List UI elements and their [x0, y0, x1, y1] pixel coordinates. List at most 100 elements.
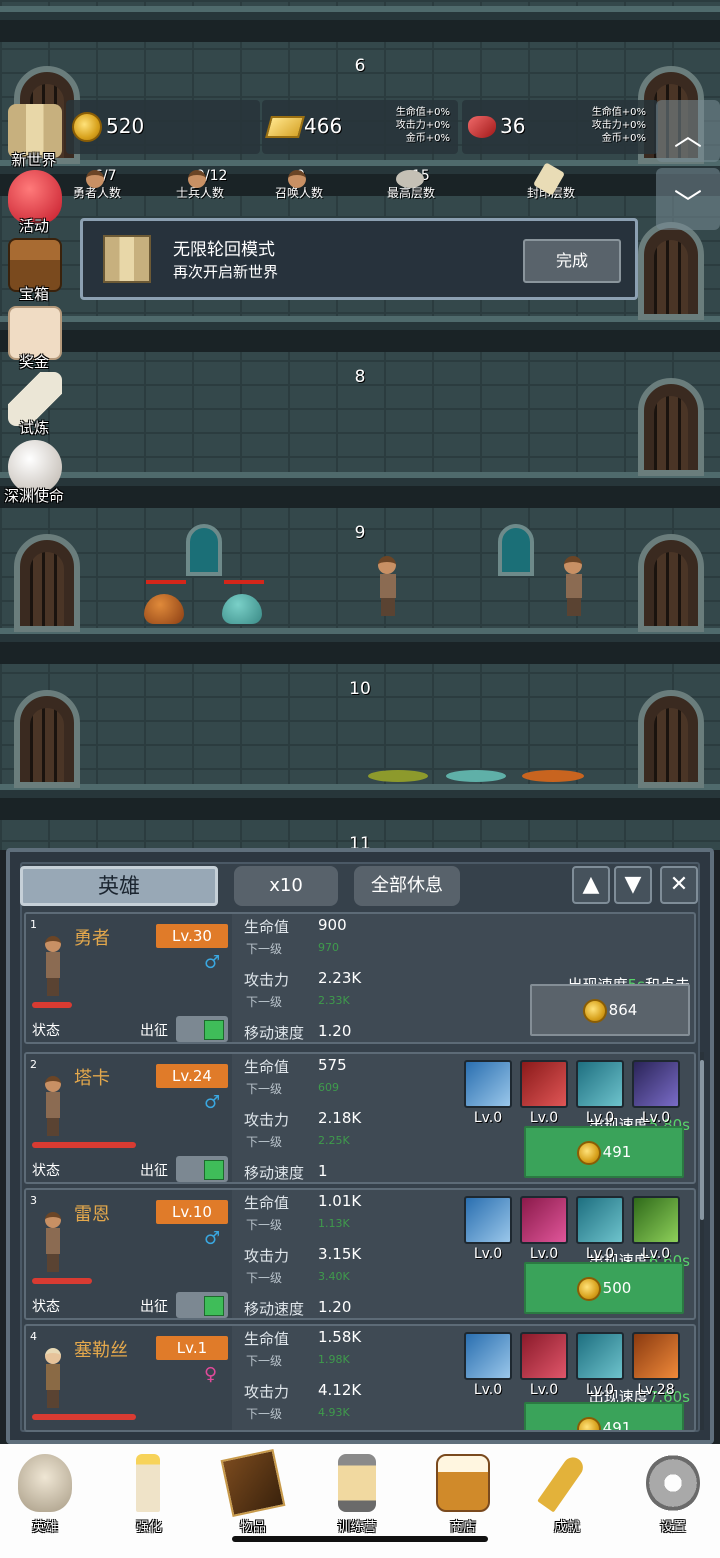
hp-next-value: 1.98K	[318, 1353, 350, 1366]
hp-value: 1.58K	[318, 1328, 362, 1346]
hp-label: 生命值	[244, 1330, 290, 1348]
boots-skill-icon[interactable]	[576, 1196, 624, 1244]
upgrade-button[interactable]: 491	[524, 1126, 684, 1178]
hp-next-value: 970	[318, 941, 339, 954]
floor-ledge	[0, 316, 720, 352]
fire-skill-icon[interactable]	[632, 1332, 680, 1380]
shield-star-skill-icon[interactable]	[464, 1332, 512, 1380]
hero-card[interactable]: 1 勇者 Lv.30 ♂ 出现速度5s和点击 状态 出征 生命值 900 下一级…	[24, 912, 696, 1044]
skill-level: Lv.0	[473, 1246, 503, 1262]
hero-deploy-toggle[interactable]	[176, 1292, 228, 1318]
summon-head-icon	[288, 170, 306, 188]
hero-index: 4	[30, 1330, 37, 1343]
bonus-coin: 金币+0%	[601, 133, 646, 144]
side-bonus[interactable]: 奖金	[2, 306, 66, 371]
chevron-up-icon: ▲	[582, 872, 600, 897]
dungeon-door	[638, 690, 704, 788]
home-indicator[interactable]	[232, 1536, 488, 1542]
side-abyss-mission-label: 深渊使命	[3, 487, 64, 505]
blood-axe-skill-icon[interactable]	[520, 1060, 568, 1108]
skill-level: Lv.0	[585, 1382, 615, 1398]
enemy-hp-bar	[146, 580, 186, 584]
nav-hero[interactable]: 英雄	[0, 1450, 90, 1535]
sword-skill-icon[interactable]	[464, 1196, 512, 1244]
orange-slime-enemy[interactable]	[144, 594, 184, 624]
next-level-label: 下一级	[246, 1135, 283, 1149]
candle-icon	[136, 1454, 160, 1512]
floor-ledge	[0, 784, 720, 820]
hero-portrait	[42, 936, 64, 1000]
skill-level: Lv.0	[473, 1382, 503, 1398]
boots-skill-icon[interactable]	[576, 1060, 624, 1108]
move-speed-value: 1	[318, 1162, 328, 1180]
male-icon: ♂	[204, 1228, 221, 1249]
side-abyss-mission[interactable]: 深渊使命	[2, 440, 66, 505]
upgrade-button[interactable]: 864	[530, 984, 690, 1036]
nav-settings[interactable]: 设置	[628, 1450, 718, 1535]
hero-level-badge: Lv.1	[156, 1336, 228, 1360]
tab-hero[interactable]: 英雄	[20, 866, 218, 906]
side-bonus-label: 奖金	[18, 353, 49, 371]
demon-skill-icon[interactable]	[520, 1332, 568, 1380]
upgrade-button[interactable]: 500	[524, 1262, 684, 1314]
hero-head-icon	[86, 170, 104, 188]
side-chest[interactable]: 宝箱	[2, 238, 66, 303]
skill-level: Lv.0	[473, 1110, 503, 1126]
hero-list-scroll-thumb[interactable]	[700, 1060, 704, 1220]
side-chest-label: 宝箱	[18, 285, 49, 303]
blade-skill-icon[interactable]	[520, 1196, 568, 1244]
complete-button[interactable]: 完成	[523, 239, 621, 283]
panel-down-button[interactable]: ▼	[614, 866, 652, 904]
nav-items[interactable]: 物品	[208, 1449, 298, 1535]
beer-mug-icon	[436, 1454, 490, 1512]
move-speed-value: 1.20	[318, 1022, 352, 1040]
coin-icon	[576, 1140, 601, 1165]
skill-level: Lv.0	[641, 1246, 671, 1262]
side-new-world-label: 新世界	[11, 151, 57, 169]
hero-deploy-label: 出征	[140, 1023, 168, 1039]
hero-deploy-toggle[interactable]	[176, 1016, 228, 1042]
rest-all-button[interactable]: 全部休息	[354, 866, 460, 906]
teal-slime-enemy[interactable]	[222, 594, 262, 624]
chevron-down-icon: ▼	[624, 872, 642, 897]
hero-index: 3	[30, 1194, 37, 1207]
hp-next-value: 1.13K	[318, 1217, 350, 1230]
upgrade-button[interactable]: 491	[524, 1402, 684, 1430]
panel-close-button[interactable]: ✕	[660, 866, 698, 904]
nav-hero-label: 英雄	[31, 1520, 58, 1535]
scroll-down-button[interactable]: ﹀	[656, 168, 720, 230]
atk-next-value: 2.25K	[318, 1134, 350, 1147]
hero-state-label: 状态	[32, 1163, 60, 1179]
atk-next-value: 2.33K	[318, 994, 350, 1007]
x10-button[interactable]: x10	[234, 866, 338, 906]
hero-card[interactable]: 4 塞勒丝 Lv.1 ♀ 出现速度7.60s 生命值 1.58K 下一级 1.9…	[24, 1324, 696, 1432]
dungeon-window	[186, 524, 222, 576]
hero-deploy-toggle[interactable]	[176, 1156, 228, 1182]
hero-hp-bar	[32, 1142, 136, 1148]
panel-up-button[interactable]: ▲	[572, 866, 610, 904]
skill-level: Lv.0	[585, 1110, 615, 1126]
bracer-skill-icon[interactable]	[632, 1196, 680, 1244]
nav-training-camp[interactable]: 训练营	[312, 1450, 402, 1535]
side-trial[interactable]: 试炼	[2, 372, 66, 437]
popup-title: 无限轮回模式	[173, 240, 275, 260]
hero-card[interactable]: 2 塔卡 Lv.24 ♂ 出现速度5.80s 状态 出征 生命值 575 下一级…	[24, 1052, 696, 1184]
nav-shop[interactable]: 商店	[418, 1450, 508, 1535]
atk-label: 攻击力	[244, 1111, 290, 1129]
nav-enhance[interactable]: 强化	[104, 1450, 194, 1535]
nav-training-camp-label: 训练营	[337, 1520, 377, 1535]
infinite-loop-popup: 无限轮回模式 再次开启新世界 完成	[80, 218, 638, 300]
side-event[interactable]: 活动	[2, 170, 66, 235]
armor-skill-icon[interactable]	[632, 1060, 680, 1108]
bonus-hp: 生命值+0%	[395, 107, 450, 118]
greaves-skill-icon[interactable]	[576, 1332, 624, 1380]
nav-achievements-label: 成就	[553, 1520, 580, 1535]
scroll-up-button[interactable]: ︿	[656, 100, 720, 162]
hero-card[interactable]: 3 雷恩 Lv.10 ♂ 出现速度6.60s 状态 出征 生命值 1.01K 下…	[24, 1188, 696, 1320]
side-new-world[interactable]: 新世界	[2, 104, 66, 169]
axe-skill-icon[interactable]	[464, 1060, 512, 1108]
atk-value: 2.23K	[318, 969, 362, 987]
gear-icon	[646, 1454, 700, 1512]
nav-achievements[interactable]: 成就	[522, 1450, 612, 1535]
hero-sprite	[564, 556, 584, 618]
